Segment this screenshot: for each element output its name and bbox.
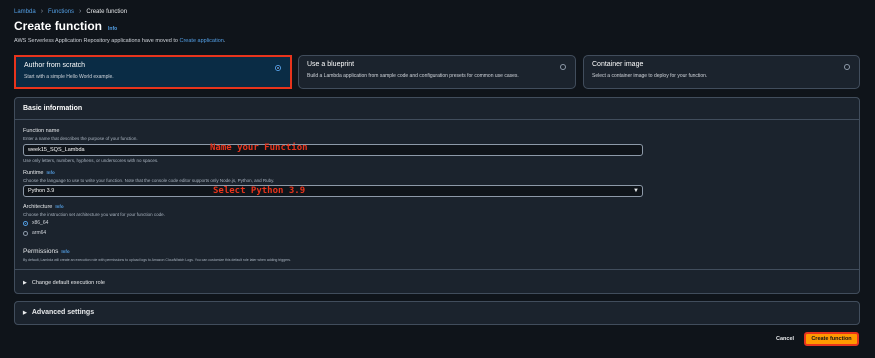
radio-unselected[interactable] [560, 64, 566, 70]
architecture-option-x86[interactable]: x86_64 [23, 220, 48, 226]
runtime-value: Python 3.9 [28, 188, 55, 194]
permissions-label-text: Permissions [23, 248, 59, 255]
breadcrumb: Lambda › Functions › Create function [14, 8, 127, 15]
advanced-settings-toggle[interactable]: ▶ Advanced settings [23, 309, 851, 316]
breadcrumb-functions[interactable]: Functions [48, 9, 74, 15]
change-default-execution-role-toggle[interactable]: ▶ Change default execution role [23, 280, 105, 286]
option-description: Start with a simple Hello World example. [24, 74, 114, 80]
radio-unselected[interactable] [23, 230, 28, 236]
option-title: Container image [592, 61, 644, 68]
architecture-option-arm64[interactable]: arm64 [23, 230, 46, 236]
info-link[interactable]: Info [46, 170, 54, 175]
radio-selected[interactable] [275, 65, 281, 71]
option-description: Build a Lambda application from sample c… [307, 73, 519, 79]
breadcrumb-lambda[interactable]: Lambda [14, 9, 36, 15]
permissions-description: By default, Lambda will create an execut… [23, 258, 291, 262]
function-name-label: Function name [23, 128, 60, 134]
runtime-label: Runtime Info [23, 170, 55, 176]
option-description: Select a container image to deploy for y… [592, 73, 708, 79]
option-title: Use a blueprint [307, 61, 355, 68]
architecture-label: Architecture Info [23, 204, 64, 210]
breadcrumb-current: Create function [86, 8, 128, 15]
permissions-label: Permissions Info [23, 248, 70, 255]
runtime-label-text: Runtime [23, 170, 44, 176]
create-function-button[interactable]: Create function [804, 332, 859, 346]
option-use-a-blueprint[interactable]: Use a blueprint Build a Lambda applicati… [298, 55, 576, 89]
annotation-name-function: Name your Function [210, 143, 308, 153]
page-title: Create function Info [14, 19, 117, 33]
advanced-settings-panel[interactable]: ▶ Advanced settings [14, 301, 860, 325]
caret-right-icon: ▶ [23, 309, 27, 316]
annotation-select-python: Select Python 3.9 [213, 186, 306, 196]
architecture-label-text: Architecture [23, 204, 53, 210]
panel-heading: Basic information [15, 98, 859, 120]
option-label: x86_64 [32, 220, 49, 226]
chevron-right-icon: › [79, 8, 82, 15]
caret-down-icon: ▼ [633, 188, 639, 194]
info-link[interactable]: Info [108, 26, 117, 32]
option-title: Author from scratch [24, 62, 86, 69]
radio-selected[interactable] [23, 220, 28, 226]
option-container-image[interactable]: Container image Select a container image… [583, 55, 860, 89]
expander-label: Advanced settings [31, 309, 95, 316]
runtime-select[interactable]: Python 3.9 ▼ [23, 185, 643, 197]
architecture-description: Choose the instruction set architecture … [23, 212, 165, 217]
notice-suffix: . [223, 38, 226, 44]
chevron-right-icon: › [40, 8, 44, 15]
notice-text: AWS Serverless Application Repository ap… [14, 38, 180, 44]
runtime-description: Choose the language to use to write your… [23, 178, 275, 183]
expander-label: Change default execution role [31, 280, 105, 286]
create-application-link[interactable]: Create application [180, 38, 224, 44]
caret-right-icon: ▶ [23, 280, 27, 286]
function-name-description: Enter a name that describes the purpose … [23, 136, 138, 141]
function-name-hint: Use only letters, numbers, hyphens, or u… [23, 158, 159, 163]
divider [15, 269, 859, 270]
cancel-button[interactable]: Cancel [776, 336, 794, 342]
option-author-from-scratch[interactable]: Author from scratch Start with a simple … [14, 55, 292, 89]
info-link[interactable]: Info [61, 249, 69, 254]
radio-unselected[interactable] [844, 64, 850, 70]
option-label: arm64 [32, 230, 47, 236]
notice: AWS Serverless Application Repository ap… [14, 38, 225, 44]
function-name-input[interactable]: week15_SQS_Lambda [23, 144, 643, 156]
page-title-text: Create function [14, 19, 103, 33]
basic-information-panel: Basic information Function name Enter a … [14, 97, 860, 294]
info-link[interactable]: Info [55, 204, 63, 209]
